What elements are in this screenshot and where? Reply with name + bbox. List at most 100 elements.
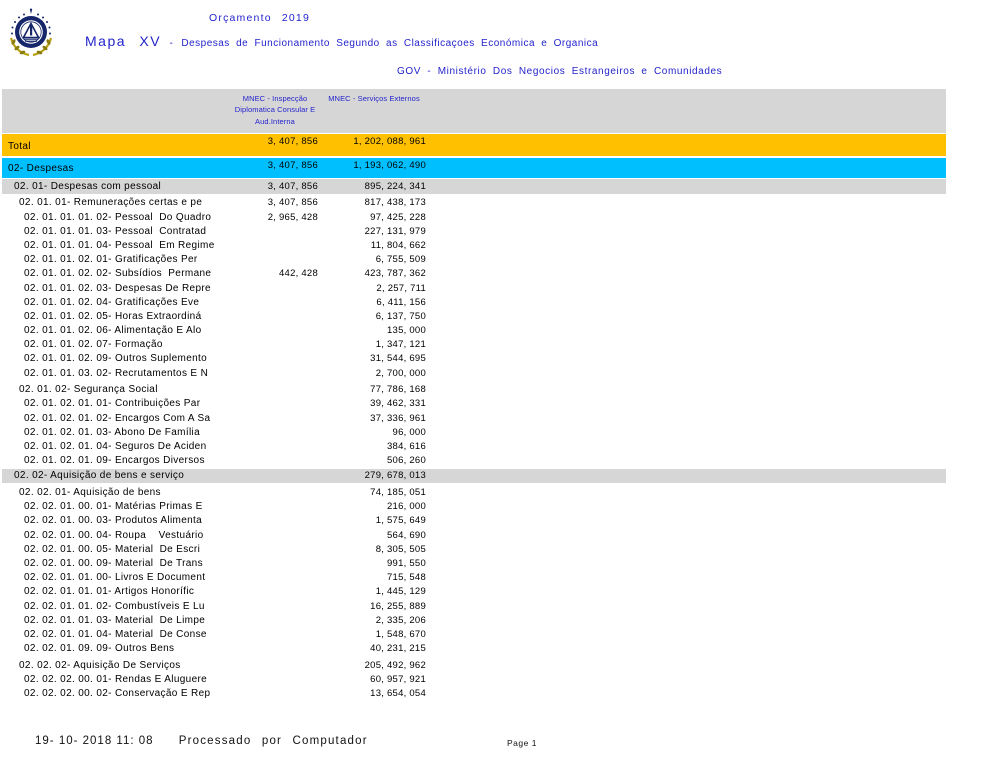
row-label: 02. 02. 01. 01. 04- Material De Conse [2, 629, 230, 640]
row-label: 02. 02. 02. 00. 01- Rendas E Aluguere [2, 674, 230, 685]
row-col1: 3, 407, 856 [230, 134, 320, 147]
row-label: 02. 01. 01. 02. 06- Alimentação E Alo [2, 325, 230, 336]
row-label: 02. 01. 02. 01. 02- Encargos Com A Sa [2, 413, 230, 424]
row-col2: 6, 411, 156 [320, 297, 428, 308]
row-col2: 2, 335, 206 [320, 615, 428, 626]
table-row: 02. 02. 02- Aquisição De Serviços 205, 4… [2, 658, 946, 673]
row-label: 02. 01. 02- Segurança Social [2, 384, 230, 395]
row-col2: 2, 257, 711 [320, 283, 428, 294]
row-filler [428, 179, 946, 194]
row-label: 02. 01. 01. 02. 01- Gratificações Per [2, 254, 230, 265]
row-label: Total [2, 141, 230, 156]
row-col2: 2, 700, 000 [320, 368, 428, 379]
header-filler [428, 89, 946, 133]
table-row: 02. 02. 01. 01. 02- Combustíveis E Lu 16… [2, 599, 946, 613]
row-col2: 205, 492, 962 [320, 660, 428, 671]
organization-line: GOV - Ministério Dos Negocios Estrangeir… [397, 66, 722, 77]
row-col2: 1, 445, 129 [320, 586, 428, 597]
row-filler [428, 439, 946, 453]
row-label: 02. 02. 02. 00. 02- Conservação E Rep [2, 688, 230, 699]
row-col2: 74, 185, 051 [320, 487, 428, 498]
table-row: 02. 01. 02. 01. 01- Contribuições Par 39… [2, 397, 946, 411]
row-filler [428, 585, 946, 599]
row-label: 02. 02. 01. 01. 03- Material De Limpe [2, 615, 230, 626]
map-number: Mapa XV [85, 33, 161, 49]
row-col2: 895, 224, 341 [320, 181, 428, 192]
row-col2: 6, 137, 750 [320, 311, 428, 322]
table-row: 02. 02- Aquisição de bens e serviço 279,… [2, 469, 946, 484]
row-filler [428, 324, 946, 338]
row-col2: 817, 438, 173 [320, 197, 428, 208]
row-col2: 97, 425, 228 [320, 212, 428, 223]
table-row: 02. 01. 01. 01. 02- Pessoal Do Quadro 2,… [2, 210, 946, 224]
row-label: 02. 01. 01. 02. 02- Subsídios Permane [2, 268, 230, 279]
row-label: 02. 02- Aquisição de bens e serviço [2, 470, 230, 481]
row-filler [428, 658, 946, 673]
row-label: 02. 01. 01. 03. 02- Recrutamentos E N [2, 368, 230, 379]
table-row: 02- Despesas 3, 407, 856 1, 193, 062, 49… [2, 158, 946, 178]
table-row: 02. 01. 02. 01. 09- Encargos Diversos 50… [2, 454, 946, 468]
row-filler [428, 210, 946, 224]
row-label: 02. 02. 01. 09. 09- Outros Bens [2, 643, 230, 654]
row-col1: 3, 407, 856 [230, 181, 320, 192]
table-row: 02. 01. 02. 01. 04- Seguros De Aciden 38… [2, 439, 946, 453]
row-label: 02. 02. 02- Aquisição De Serviços [2, 660, 230, 671]
row-filler [428, 411, 946, 425]
row-label: 02. 01. 01. 02. 09- Outros Suplemento [2, 353, 230, 364]
row-label: 02. 01. 01. 02. 05- Horas Extraordiná [2, 311, 230, 322]
row-filler [428, 672, 946, 686]
row-filler [428, 196, 946, 211]
row-col1: 2, 965, 428 [230, 212, 320, 223]
row-filler [428, 485, 946, 500]
row-label: 02. 01. 01. 01. 02- Pessoal Do Quadro [2, 212, 230, 223]
row-filler [428, 281, 946, 295]
table-row: 02. 01. 01. 03. 02- Recrutamentos E N 2,… [2, 366, 946, 380]
table-row: 02. 01. 02. 01. 03- Abono De Família 96,… [2, 425, 946, 439]
row-col2: 135, 000 [320, 325, 428, 336]
row-col2: 77, 786, 168 [320, 384, 428, 395]
page-number: Page 1 [507, 738, 537, 748]
table-row: 02. 02. 01. 01. 04- Material De Conse 1,… [2, 627, 946, 641]
row-label: 02. 02. 01. 01. 02- Combustíveis E Lu [2, 601, 230, 612]
row-col1: 442, 428 [230, 268, 320, 279]
row-filler [428, 338, 946, 352]
table-row: 02. 01. 01. 02. 02- Subsídios Permane 44… [2, 267, 946, 281]
row-col2: 564, 690 [320, 530, 428, 541]
table-row: 02. 02. 01. 00. 04- Roupa Vestuário 564,… [2, 528, 946, 542]
column-header-inspeccao: MNEC - Inspecção Diplomatica Consular E … [230, 89, 320, 133]
table-row: 02. 02. 01. 01. 01- Artigos Honorífic 1,… [2, 585, 946, 599]
table-row: 02. 01. 02. 01. 02- Encargos Com A Sa 37… [2, 411, 946, 425]
row-col2: 1, 548, 670 [320, 629, 428, 640]
row-label: 02. 01. 02. 01. 01- Contribuições Par [2, 398, 230, 409]
row-filler [428, 295, 946, 309]
table-row: 02. 02. 01. 09. 09- Outros Bens 40, 231,… [2, 642, 946, 656]
row-col2: 1, 575, 649 [320, 515, 428, 526]
row-label: 02. 01. 01. 01. 03- Pessoal Contratad [2, 226, 230, 237]
row-label: 02. 01. 02. 01. 03- Abono De Família [2, 427, 230, 438]
row-col2: 6, 755, 509 [320, 254, 428, 265]
table-row: 02. 01. 01. 02. 09- Outros Suplemento 31… [2, 352, 946, 366]
row-col2: 96, 000 [320, 427, 428, 438]
table-row: 02. 01. 01. 02. 01- Gratificações Per 6,… [2, 253, 946, 267]
row-col2: 60, 957, 921 [320, 674, 428, 685]
table-row: 02. 01. 01. 02. 04- Gratificações Eve 6,… [2, 295, 946, 309]
row-filler [428, 238, 946, 252]
row-label: 02. 02. 01. 01. 01- Artigos Honorífic [2, 586, 230, 597]
row-filler [428, 556, 946, 570]
row-filler [428, 469, 946, 484]
row-col2: 39, 462, 331 [320, 398, 428, 409]
row-label: 02. 02. 01. 00. 01- Matérias Primas E [2, 501, 230, 512]
table-row: 02. 01. 01. 01. 03- Pessoal Contratad 22… [2, 224, 946, 238]
row-col2: 991, 550 [320, 558, 428, 569]
footer-line: 19- 10- 2018 11: 08 Processado por Compu… [35, 735, 368, 747]
row-label: 02. 02. 01. 00. 03- Produtos Alimenta [2, 515, 230, 526]
row-filler [428, 352, 946, 366]
row-col2: 715, 548 [320, 572, 428, 583]
report-page: Orçamento 2019 Mapa XV - Despesas de Fun… [0, 0, 1000, 773]
footer-processed-text: Processado por Computador [179, 735, 368, 747]
table-row: 02. 02. 01. 00. 09- Material De Trans 99… [2, 556, 946, 570]
row-filler [428, 500, 946, 514]
row-label: 02. 01. 01. 02. 07- Formação [2, 339, 230, 350]
row-col2: 423, 787, 362 [320, 268, 428, 279]
row-label: 02. 01. 01. 02. 03- Despesas De Repre [2, 283, 230, 294]
